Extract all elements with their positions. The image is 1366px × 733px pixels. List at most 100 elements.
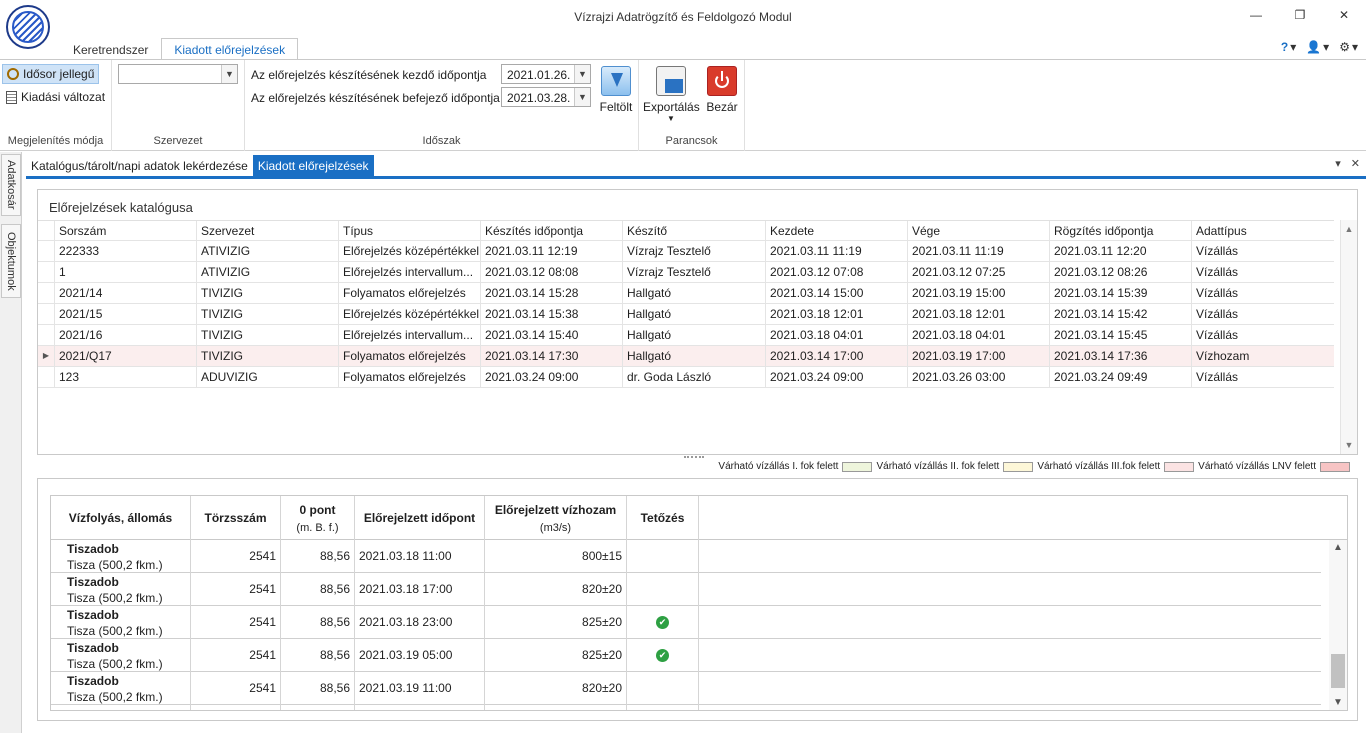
table-row[interactable]: 1 ATIVIZIG Előrejelzés intervallum... 2021.… (38, 262, 1334, 283)
table-row[interactable]: Tiszadob Tisza (500,2 fkm.) 2541 88,56 2021.… (51, 639, 1321, 672)
table-cell: 2021/15 (54, 304, 196, 325)
restore-button[interactable]: ❐ (1278, 0, 1322, 30)
discharge-cell: 800±15 (485, 540, 627, 573)
table-row[interactable]: Tiszadob Tisza (500,2 fkm.) 2541 88,56 2021.… (51, 606, 1321, 639)
column-header[interactable]: Készítő (622, 221, 765, 242)
registry-cell: 2541 (191, 606, 281, 639)
table-cell: Folyamatos előrejelzés (338, 283, 480, 304)
table-cell: 2021.03.14 15:45 (1049, 325, 1191, 346)
close-window-button[interactable]: ✕ (1322, 0, 1366, 30)
table-row[interactable]: 123 ADUVIZIG Folyamatos előrejelzés 2021.03… (38, 367, 1334, 388)
catalog-header-row: Sorszám Szervezet Típus Készítés időpont… (38, 220, 1334, 242)
minimize-button[interactable]: — (1234, 0, 1278, 30)
chevron-down-icon: ▾ (1323, 40, 1330, 54)
load-button[interactable]: Feltölt (597, 64, 635, 114)
gear-icon: ⚙ (1339, 40, 1350, 54)
table-cell: TIVIZIG (196, 283, 338, 304)
column-header[interactable]: Tetőzés (627, 496, 699, 540)
legend-item: Várható vízállás III.fok felett (1037, 461, 1195, 472)
column-header[interactable]: Kezdete (765, 221, 907, 242)
table-row[interactable]: 2021/15 TIVIZIG Előrejelzés középértékkel 2… (38, 304, 1334, 325)
period-group: Az előrejelzés készítésének kezdő időpon… (245, 60, 639, 151)
tab-kiadott-elorejelzesek[interactable]: Kiadott előrejelzések (161, 38, 299, 60)
settings-menu[interactable]: ⚙ ▾ (1339, 40, 1358, 54)
discharge-cell: 820±20 (485, 672, 627, 705)
column-header[interactable]: Vízfolyás, állomás (51, 496, 191, 540)
scroll-up-icon[interactable]: ▲ (1329, 542, 1347, 553)
column-header[interactable]: Előrejelzett vízhozam (m3/s) (485, 496, 627, 540)
scroll-down-icon[interactable]: ▼ (1341, 440, 1357, 450)
table-row[interactable]: ▶ 2021/Q17 TIVIZIG Folyamatos előrejelzés 20… (38, 346, 1334, 367)
column-header[interactable]: 0 pont (m. B. f.) (281, 496, 355, 540)
start-date-value: 2021.01.26. (507, 68, 571, 82)
column-header[interactable]: Vége (907, 221, 1049, 242)
title-bar: Vízrajzi Adatrögzítő és Feldolgozó Modul… (0, 0, 1366, 49)
table-cell: 2021.03.11 12:20 (1049, 241, 1191, 262)
close-module-button[interactable]: Bezár (703, 64, 741, 114)
scrollbar-thumb[interactable] (1331, 654, 1345, 688)
table-cell: 2021.03.11 12:19 (480, 241, 622, 262)
table-cell: 2021.03.14 15:39 (1049, 283, 1191, 304)
table-cell: 2021.03.24 09:00 (765, 367, 907, 388)
column-header[interactable]: Sorszám (54, 221, 196, 242)
column-header-label: Előrejelzett vízhozam (494, 502, 617, 517)
document-icon (6, 90, 17, 104)
table-row[interactable]: 2021/14 TIVIZIG Folyamatos előrejelzés 2021… (38, 283, 1334, 304)
peak-cell (627, 540, 699, 573)
column-header-unit: (m. B. f.) (296, 521, 339, 534)
table-row[interactable]: Tiszadob Tisza (500,2 fkm.) 2541 88,56 2021.… (51, 540, 1321, 573)
column-header[interactable]: Előrejelzett időpont (355, 496, 485, 540)
column-header[interactable]: Törzsszám (191, 496, 281, 540)
catalog-scrollbar[interactable]: ▲ ▼ (1340, 220, 1357, 454)
table-cell: 2021.03.14 15:42 (1049, 304, 1191, 325)
release-view-button[interactable]: Kiadási változat (2, 87, 109, 107)
legend-item: Várható vízállás II. fok felett (876, 461, 1034, 472)
doc-tab-catalog[interactable]: Katalógus/tárolt/napi adatok lekérdezése (26, 155, 253, 177)
save-document-icon (656, 66, 686, 96)
column-header[interactable]: Típus (338, 221, 480, 242)
help-menu[interactable]: ? ▾ (1281, 40, 1296, 54)
scroll-up-icon[interactable]: ▲ (1341, 224, 1357, 234)
start-date-field[interactable]: 2021.01.26. ▼ (501, 64, 591, 84)
station-name: Tiszadob (67, 608, 119, 622)
side-tab-objektumok[interactable]: Objektumok (1, 224, 21, 298)
legend-swatch (842, 461, 873, 472)
table-cell: Előrejelzés intervallum... (338, 325, 480, 346)
station-cell: Tiszadob Tisza (500,2 fkm.) (51, 573, 191, 606)
table-cell: 2021.03.11 11:19 (907, 241, 1049, 262)
forecast-scrollbar[interactable]: ▲ ▼ (1329, 540, 1347, 710)
column-header[interactable]: Adattípus (1191, 221, 1334, 242)
table-cell: 2021.03.14 17:36 (1049, 346, 1191, 367)
column-header[interactable]: Készítés időpontja (480, 221, 622, 242)
column-header[interactable]: Rögzítés időpontja (1049, 221, 1191, 242)
station-cell: Tiszadob Tisza (500,2 fkm.) (51, 672, 191, 705)
organization-combo[interactable]: ▼ (118, 64, 238, 84)
table-cell: Hallgató (622, 283, 765, 304)
table-row[interactable]: 2021/16 TIVIZIG Előrejelzés intervallum...… (38, 325, 1334, 346)
table-row[interactable]: 222333 ATIVIZIG Előrejelzés középértékkel 2… (38, 241, 1334, 262)
table-cell: 2021.03.18 12:01 (907, 304, 1049, 325)
forecast-time-cell: 2021.03.18 11:00 (355, 540, 485, 573)
end-date-field[interactable]: 2021.03.28. ▼ (501, 87, 591, 107)
export-button[interactable]: Exportálás ▼ (643, 64, 700, 124)
table-row[interactable]: Tiszadob Tisza (500,2 fkm.) 2541 88,56 2021.… (51, 672, 1321, 705)
table-cell: 1 (54, 262, 196, 283)
close-tab-icon[interactable]: ✕ (1351, 157, 1360, 170)
table-cell: 123 (54, 367, 196, 388)
tab-keretrendszer[interactable]: Keretrendszer (60, 38, 161, 60)
table-row[interactable]: Tiszadob Tisza (500,2 fkm.) 2541 88,56 2021.… (51, 573, 1321, 606)
doc-tab-forecasts[interactable]: Kiadott előrejelzések (252, 155, 374, 177)
station-name: Tiszadob (67, 674, 119, 688)
column-header[interactable]: Szervezet (196, 221, 338, 242)
splitter-handle[interactable] (684, 456, 704, 460)
registry-cell: 2541 (191, 639, 281, 672)
tab-list-dropdown[interactable]: ▾ (1335, 157, 1341, 170)
load-button-label: Feltölt (599, 100, 633, 114)
table-cell: 2021.03.12 08:26 (1049, 262, 1191, 283)
scroll-down-icon[interactable]: ▼ (1329, 697, 1347, 708)
user-menu[interactable]: 👤 ▾ (1306, 40, 1329, 54)
table-cell: 2021.03.14 15:28 (480, 283, 622, 304)
side-tab-adatkosar[interactable]: Adatkosár (1, 154, 21, 216)
timeseries-view-button[interactable]: Idősor jellegű (2, 64, 100, 84)
chevron-down-icon: ▼ (667, 114, 675, 123)
